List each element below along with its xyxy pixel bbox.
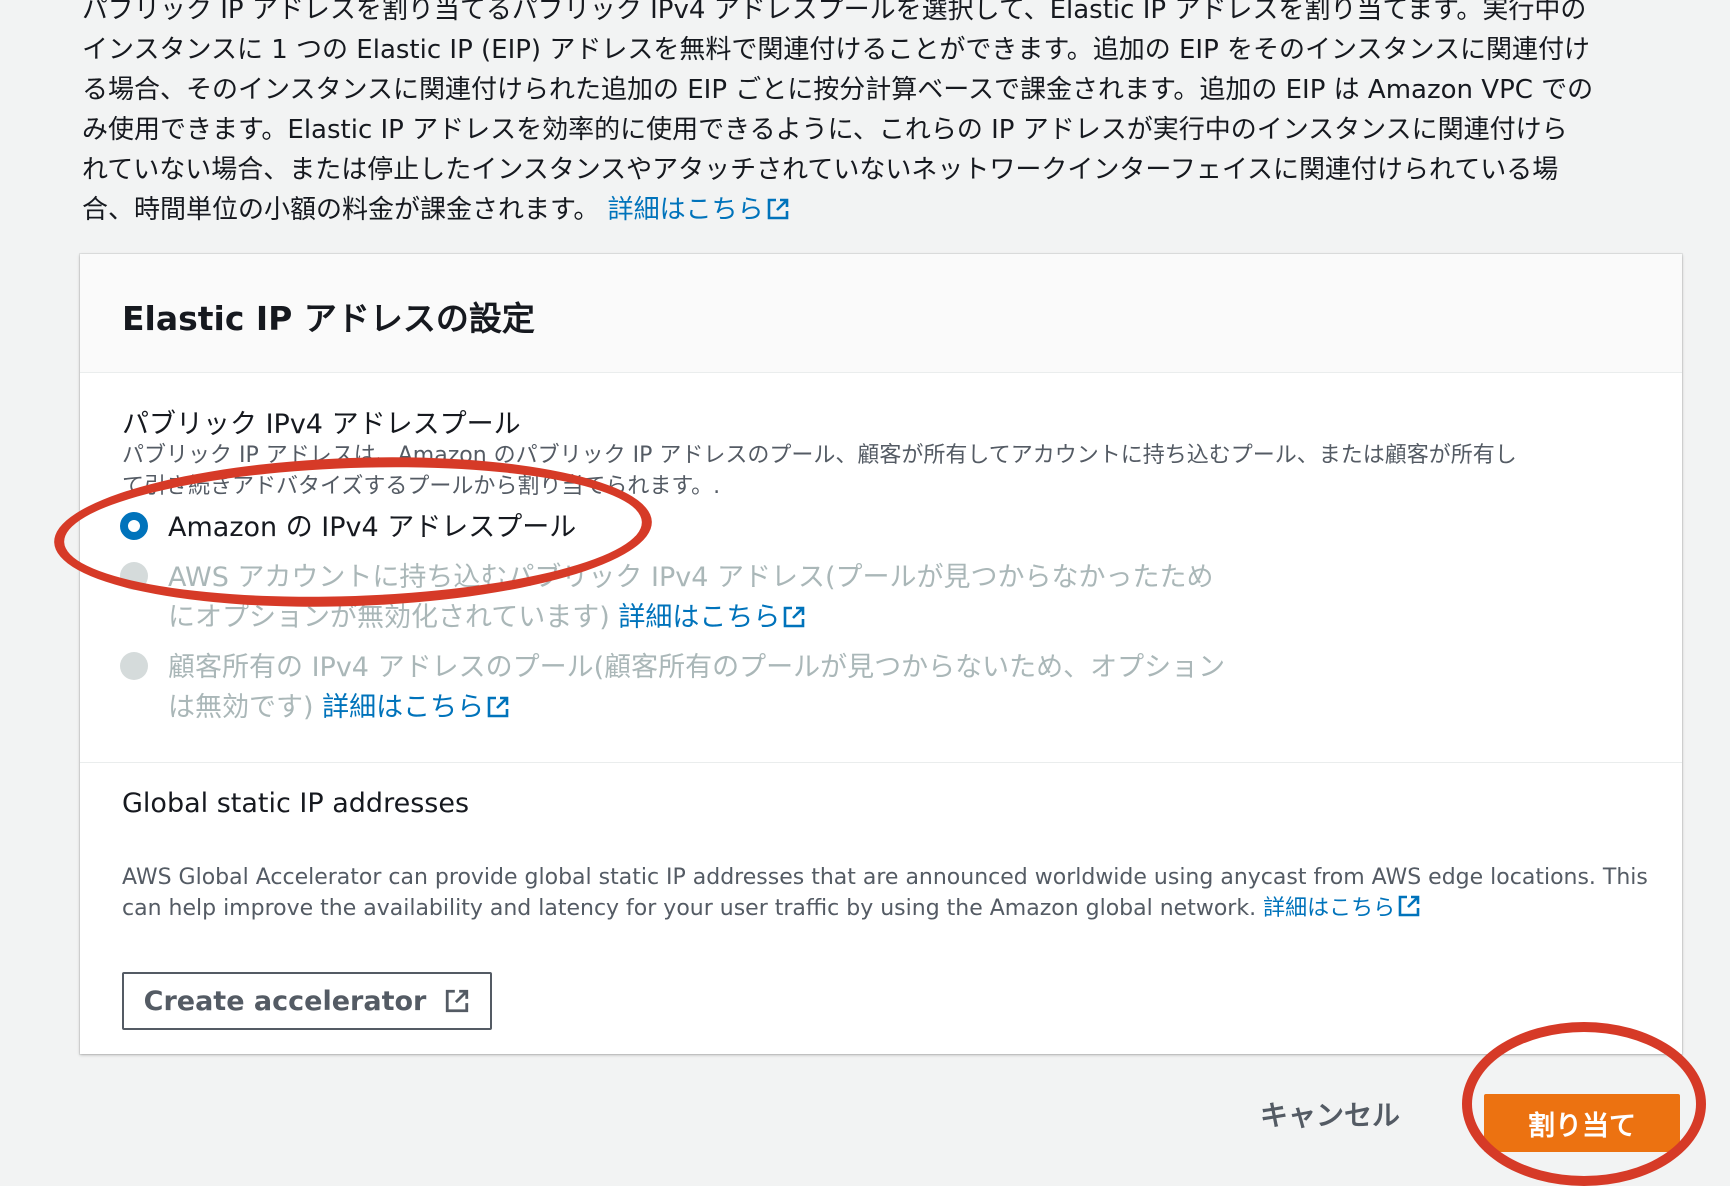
section-divider xyxy=(80,762,1682,763)
cancel-button[interactable]: キャンセル xyxy=(1260,1094,1400,1134)
create-accelerator-button[interactable]: Create accelerator xyxy=(122,972,492,1030)
global-desc-text: can help improve the availability and la… xyxy=(122,896,1257,921)
intro-line: み使用できます。Elastic IP アドレスを効率的に使用できるように、これら… xyxy=(82,115,1568,145)
card-header: Elastic IP アドレスの設定 xyxy=(80,254,1682,373)
intro-learn-more-link[interactable]: 詳細はこちら xyxy=(608,195,790,225)
intro-line: る場合、そのインスタンスに関連付けられた追加の EIP ごとに按分計算ベースで課… xyxy=(82,75,1594,105)
intro-line: パブリック IP アドレスを割り当てるパブリック IPv4 アドレスプールを選択… xyxy=(82,0,1587,25)
eip-settings-card: Elastic IP アドレスの設定 パブリック IPv4 アドレスプール パブ… xyxy=(80,254,1682,1054)
radio-disabled xyxy=(120,562,148,590)
radio-checked[interactable] xyxy=(120,512,148,540)
radio-label-line-2: は無効です) 詳細はこちら xyxy=(168,688,1225,728)
radio-label-text: にオプションが無効化されています) xyxy=(168,602,610,633)
coip-learn-more-label: 詳細はこちら xyxy=(322,692,485,723)
radio-label-line: Amazon の IPv4 アドレスプール xyxy=(168,512,577,543)
byoip-learn-more-link[interactable]: 詳細はこちら xyxy=(618,602,806,633)
card-title: Elastic IP アドレスの設定 xyxy=(122,299,535,338)
coip-learn-more-link[interactable]: 詳細はこちら xyxy=(322,692,510,723)
external-link-icon xyxy=(767,198,788,220)
global-ip-label: Global static IP addresses xyxy=(122,788,470,819)
radio-option-label: AWS アカウントに持ち込むパブリック IPv4 アドレス(プールが見つからなか… xyxy=(168,558,1214,638)
intro-line-last: 合、時間単位の小額の料金が課金されます。 詳細はこちら xyxy=(82,190,1682,230)
global-ip-description: AWS Global Accelerator can provide globa… xyxy=(122,862,1648,924)
intro-text: パブリック IP アドレスを割り当てるパブリック IPv4 アドレスプールを選択… xyxy=(82,0,1682,230)
pool-label: パブリック IPv4 アドレスプール xyxy=(122,409,521,440)
radio-label-line-2: にオプションが無効化されています) 詳細はこちら xyxy=(168,598,1214,638)
intro-line: 合、時間単位の小額の料金が課金されます。 xyxy=(82,195,600,225)
byoip-learn-more-label: 詳細はこちら xyxy=(618,602,781,633)
intro-line: インスタンスに 1 つの Elastic IP (EIP) アドレスを無料で関連… xyxy=(82,35,1591,65)
radio-option-label: 顧客所有の IPv4 アドレスのプール(顧客所有のプールが見つからないため、オプ… xyxy=(168,648,1225,728)
external-link-icon xyxy=(487,696,509,718)
external-link-icon xyxy=(1398,895,1420,917)
global-learn-more-link[interactable]: 詳細はこちら xyxy=(1263,895,1421,921)
pool-desc-line: パブリック IP アドレスは、Amazon のパブリック IP アドレスのプール… xyxy=(122,443,1517,468)
external-link-icon xyxy=(446,989,469,1013)
radio-label-line: 顧客所有の IPv4 アドレスのプール(顧客所有のプールが見つからないため、オプ… xyxy=(168,652,1226,683)
global-learn-more-label: 詳細はこちら xyxy=(1263,896,1396,921)
pool-description: パブリック IP アドレスは、Amazon のパブリック IP アドレスのプール… xyxy=(122,440,1642,502)
radio-disabled xyxy=(120,652,148,680)
create-accelerator-label: Create accelerator xyxy=(143,985,427,1017)
intro-learn-more-label: 詳細はこちら xyxy=(607,195,764,225)
radio-option-label: Amazon の IPv4 アドレスプール xyxy=(168,508,576,548)
global-desc-line-last: can help improve the availability and la… xyxy=(122,893,1642,924)
pool-desc-line: て引き続きアドバタイズするプールから割り当てられます。. xyxy=(122,474,721,499)
radio-label-line: AWS アカウントに持ち込むパブリック IPv4 アドレス(プールが見つからなか… xyxy=(168,562,1214,593)
external-link-icon xyxy=(784,606,805,628)
radio-label-text: は無効です) xyxy=(168,692,314,723)
allocate-button[interactable]: 割り当て xyxy=(1484,1094,1680,1152)
global-desc-line: AWS Global Accelerator can provide globa… xyxy=(122,865,1648,890)
intro-line: れていない場合、または停止したインスタンスやアタッチされていないネットワークイン… xyxy=(82,155,1559,185)
